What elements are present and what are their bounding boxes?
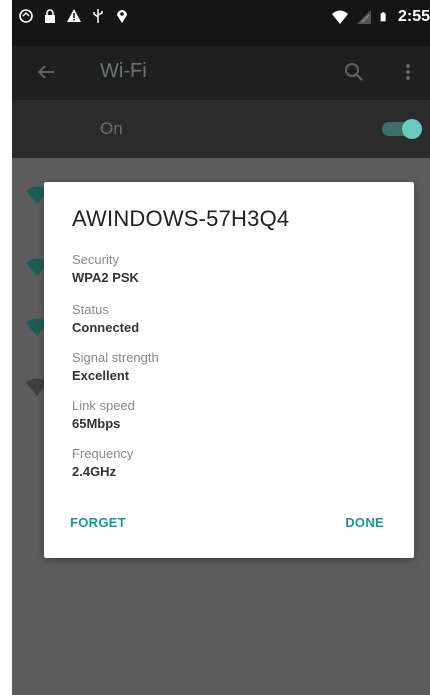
- link-speed-value: 65Mbps: [72, 416, 121, 431]
- system-icons: 2:55: [331, 8, 430, 26]
- frequency-label: Frequency: [72, 446, 134, 461]
- lock-icon: [45, 9, 55, 23]
- wifi-signal-icon: [331, 10, 348, 24]
- status-bar: 2:55: [12, 0, 430, 46]
- frequency-value: 2.4GHz: [72, 464, 117, 479]
- sync-icon: [19, 9, 33, 23]
- back-arrow-icon[interactable]: [34, 60, 58, 84]
- status-label: Status: [72, 302, 109, 317]
- notification-icons: [18, 8, 130, 24]
- done-button[interactable]: DONE: [345, 515, 384, 530]
- search-icon[interactable]: [342, 60, 366, 84]
- app-toolbar: Wi-Fi: [12, 46, 430, 100]
- toggle-knob: [402, 119, 422, 139]
- dialog-title: AWINDOWS-57H3Q4: [72, 206, 290, 231]
- battery-icon: [380, 12, 386, 22]
- wifi-switch-label: On: [100, 119, 123, 138]
- network-details-dialog: AWINDOWS-57H3Q4 Security WPA2 PSK Status…: [44, 182, 414, 558]
- more-vert-icon[interactable]: [402, 60, 414, 84]
- forget-button[interactable]: FORGET: [70, 515, 126, 530]
- warning-icon: [67, 9, 81, 22]
- location-pin-icon: [117, 10, 127, 23]
- page-title: Wi-Fi: [100, 60, 147, 82]
- wifi-toggle[interactable]: [382, 119, 422, 139]
- wifi-master-switch-row[interactable]: On: [12, 100, 430, 158]
- cell-signal-icon: [356, 10, 371, 24]
- link-speed-label: Link speed: [72, 398, 135, 413]
- phone-screen: 2:55 Wi-Fi On AWINDOWS-57H3Q4 Security W…: [12, 0, 430, 695]
- status-value: Connected: [72, 320, 140, 335]
- security-label: Security: [72, 252, 119, 267]
- signal-strength-label: Signal strength: [72, 350, 159, 365]
- signal-strength-value: Excellent: [72, 368, 130, 383]
- security-value: WPA2 PSK: [72, 270, 139, 285]
- usb-icon: [93, 9, 103, 23]
- status-time: 2:55: [397, 8, 430, 25]
